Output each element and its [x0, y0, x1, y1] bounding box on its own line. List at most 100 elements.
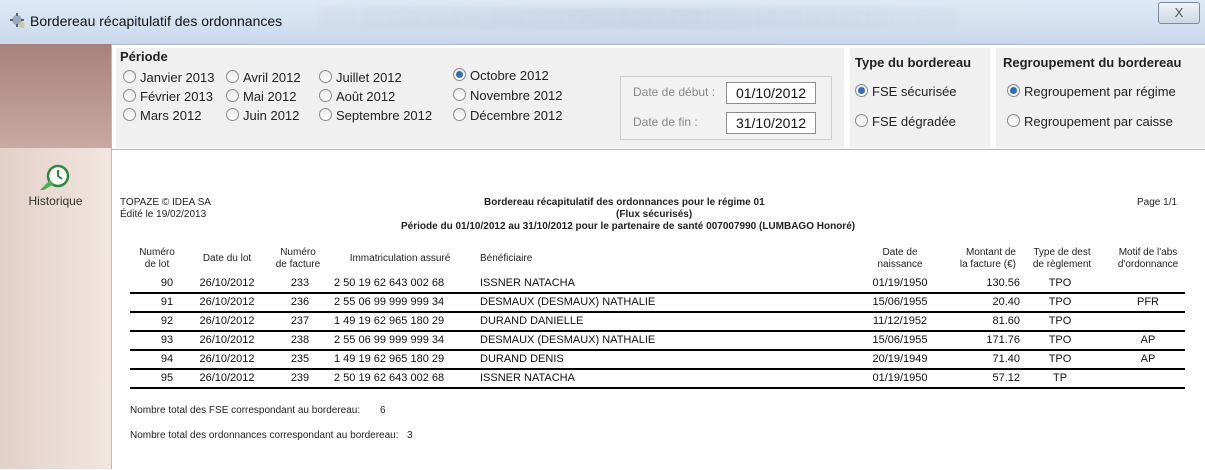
title-ghost — [318, 7, 958, 29]
table-cell-naissance: 15/06/1955 — [872, 334, 928, 346]
table-cell-type: TPO — [1048, 353, 1072, 365]
table-cell-benef: DESMAUX (DESMAUX) NATHALIE — [480, 334, 656, 346]
app-icon — [10, 13, 25, 28]
table-cell-montant: 171.76 — [986, 334, 1020, 346]
report-periode-line: Période du 01/10/2012 au 31/10/2012 pour… — [401, 221, 856, 232]
total-ordonnances-value: 3 — [407, 430, 413, 441]
periode-label: Période — [120, 49, 168, 64]
radio-dot — [1007, 114, 1020, 127]
radio-regroupement-caisse[interactable]: Regroupement par caisse — [1007, 114, 1173, 129]
table-cell-date: 26/10/2012 — [199, 315, 255, 327]
radio-dot — [123, 108, 136, 121]
radio-mai-2012[interactable]: Mai 2012 — [226, 89, 296, 104]
table-row: 93 26/10/2012 238 2 55 06 99 999 999 34 DESM… — [130, 333, 1185, 351]
total-fse-value: 6 — [380, 405, 386, 416]
table-cell-naissance: 20/19/1949 — [872, 353, 928, 365]
radio-dot — [319, 108, 332, 121]
table-cell-date: 26/10/2012 — [199, 334, 255, 346]
type-bordereau-label: Type du bordereau — [855, 55, 972, 70]
table-cell-motif: PFR — [1137, 296, 1159, 308]
table-cell-facture: 235 — [290, 353, 310, 365]
table-row: 90 26/10/2012 233 2 50 19 62 643 002 68 ISSN… — [130, 276, 1185, 294]
sidebar-header — [0, 44, 111, 148]
date-fin-input[interactable]: 31/10/2012 — [726, 112, 816, 134]
table-cell-benef: DESMAUX (DESMAUX) NATHALIE — [480, 296, 656, 308]
col-date-naissance: Date de naissance — [877, 247, 923, 270]
radio-avril-2012[interactable]: Avril 2012 — [226, 70, 301, 85]
table-row: 95 26/10/2012 239 2 50 19 62 643 002 68 ISSN… — [130, 371, 1185, 389]
table-cell-date: 26/10/2012 — [199, 296, 255, 308]
table-cell-motif: AP — [1140, 334, 1156, 346]
radio-dot — [226, 108, 239, 121]
table-cell-type: TPO — [1048, 296, 1072, 308]
radio-mars-2012[interactable]: Mars 2012 — [123, 108, 201, 123]
table-cell-naissance: 11/12/1952 — [872, 315, 928, 327]
table-cell-lot: 93 — [160, 334, 174, 346]
table-row: 91 26/10/2012 236 2 55 06 99 999 999 34 DESM… — [130, 295, 1185, 313]
radio-regroupement-regime[interactable]: Regroupement par régime — [1007, 84, 1176, 99]
table-cell-montant: 20.40 — [992, 296, 1020, 308]
radio-aout-2012[interactable]: Août 2012 — [319, 89, 395, 104]
report-subtitle: (Flux sécurisés) — [616, 209, 693, 220]
report-title: Bordereau récapitulatif des ordonnances … — [484, 197, 765, 208]
table-cell-benef: DURAND DENIS — [480, 353, 564, 365]
title-bar: Bordereau récapitulatif des ordonnances … — [0, 0, 1205, 45]
table-cell-benef: ISSNER NATACHA — [480, 372, 575, 384]
table-cell-immat: 1 49 19 62 965 180 29 — [334, 353, 445, 365]
radio-dot — [855, 114, 868, 127]
radio-fevrier-2013[interactable]: Février 2013 — [123, 89, 213, 104]
radio-juillet-2012[interactable]: Juillet 2012 — [319, 70, 402, 85]
table-cell-facture: 238 — [290, 334, 310, 346]
table-row: 94 26/10/2012 235 1 49 19 62 965 180 29 DURA… — [130, 352, 1185, 370]
table-cell-immat: 1 49 19 62 965 180 29 — [334, 315, 445, 327]
radio-juin-2012[interactable]: Juin 2012 — [226, 108, 299, 123]
regroupement-label: Regroupement du bordereau — [1003, 55, 1182, 70]
table-cell-lot: 90 — [160, 277, 174, 289]
radio-dot — [123, 89, 136, 102]
table-row: 92 26/10/2012 237 1 49 19 62 965 180 29 DURA… — [130, 314, 1185, 332]
table-cell-naissance: 01/19/1950 — [872, 372, 928, 384]
radio-novembre-2012[interactable]: Novembre 2012 — [453, 88, 563, 103]
radio-janvier-2013[interactable]: Janvier 2013 — [123, 70, 214, 85]
radio-dot — [319, 89, 332, 102]
radio-dot-selected — [855, 84, 868, 97]
radio-octobre-2012[interactable]: Octobre 2012 — [453, 68, 549, 83]
table-cell-type: TPO — [1048, 277, 1072, 289]
window-title: Bordereau récapitulatif des ordonnances — [30, 13, 283, 29]
historique-label[interactable]: Historique — [0, 194, 111, 208]
close-button[interactable]: X — [1158, 2, 1200, 24]
col-date-lot: Date du lot — [202, 253, 252, 264]
historique-clock-icon[interactable] — [38, 162, 72, 196]
total-ordonnances-label: Nombre total des ordonnances corresponda… — [130, 430, 399, 441]
col-motif: Motif de l'abs d'ordonnance — [1117, 247, 1179, 270]
radio-dot — [453, 108, 466, 121]
table-cell-date: 26/10/2012 — [199, 277, 255, 289]
total-fse-label: Nombre total des FSE correspondant au bo… — [130, 405, 361, 416]
table-cell-benef: DURAND DANIELLE — [480, 315, 584, 327]
radio-dot — [453, 88, 466, 101]
radio-dot — [226, 70, 239, 83]
radio-decembre-2012[interactable]: Décembre 2012 — [453, 108, 563, 123]
table-cell-type: TP — [1052, 372, 1068, 384]
table-cell-lot: 95 — [160, 372, 174, 384]
col-immatriculation: Immatriculation assuré — [349, 253, 451, 264]
report-company: TOPAZE © IDEA SA — [120, 197, 211, 208]
table-cell-type: TPO — [1048, 334, 1072, 346]
radio-dot-selected — [1007, 84, 1020, 97]
date-debut-input[interactable]: 01/10/2012 — [726, 82, 816, 104]
radio-fse-degradee[interactable]: FSE dégradée — [855, 114, 956, 129]
table-cell-lot: 94 — [160, 353, 174, 365]
table-cell-montant: 71.40 — [992, 353, 1020, 365]
table-cell-immat: 2 50 19 62 643 002 68 — [334, 372, 445, 384]
table-cell-immat: 2 55 06 99 999 999 34 — [334, 334, 445, 346]
col-type-dest: Type de dest de règlement — [1032, 247, 1092, 270]
table-cell-lot: 92 — [160, 315, 174, 327]
table-cell-naissance: 15/06/1955 — [872, 296, 928, 308]
radio-septembre-2012[interactable]: Septembre 2012 — [319, 108, 432, 123]
sidebar: Historique — [0, 44, 112, 469]
date-fin-label: Date de fin : — [633, 115, 698, 129]
radio-dot — [226, 89, 239, 102]
col-montant: Montant de la facture (€) — [959, 247, 1016, 270]
radio-fse-securisee[interactable]: FSE sécurisée — [855, 84, 957, 99]
date-debut-label: Date de début : — [633, 85, 716, 99]
